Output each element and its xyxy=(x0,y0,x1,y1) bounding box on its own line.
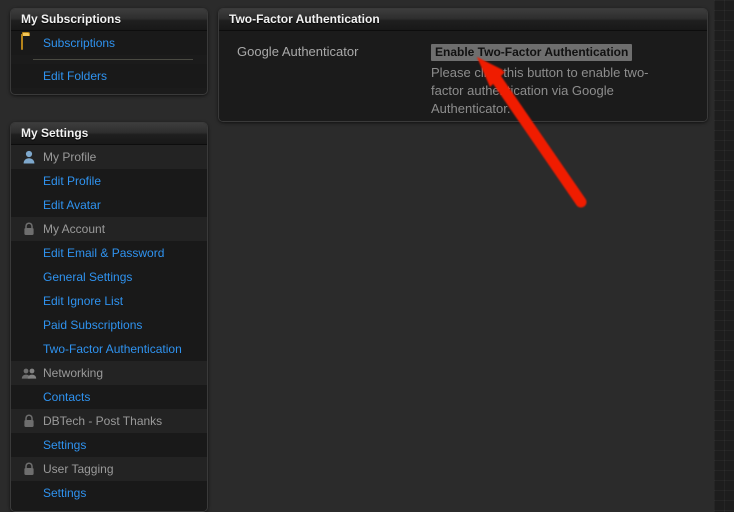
sidebar-item-contacts[interactable]: Contacts xyxy=(11,385,207,409)
sidebar-item-label: Edit Profile xyxy=(43,174,102,188)
sidebar-item-user-tagging-settings[interactable]: Settings xyxy=(11,481,207,505)
sidebar-section-dbtech-post-thanks: DBTech - Post Thanks xyxy=(11,409,207,433)
sidebar-item-edit-email-password[interactable]: Edit Email & Password xyxy=(11,241,207,265)
settings-block: My Settings My Profile Edit Profile Edit… xyxy=(10,122,208,512)
sidebar-item-label: Edit Folders xyxy=(43,69,108,83)
subscriptions-block-body: Subscriptions Edit Folders xyxy=(11,31,207,94)
sidebar-item-two-factor-authentication[interactable]: Two-Factor Authentication xyxy=(11,337,207,361)
enable-two-factor-authentication-button[interactable]: Enable Two-Factor Authentication xyxy=(431,44,633,61)
sidebar-section-my-account: My Account xyxy=(11,217,207,241)
sidebar-item-edit-folders[interactable]: Edit Folders xyxy=(11,64,207,88)
sidebar-item-paid-subscriptions[interactable]: Paid Subscriptions xyxy=(11,313,207,337)
sidebar-section-label: My Profile xyxy=(43,150,97,164)
panel-body: Google Authenticator Enable Two-Factor A… xyxy=(219,31,707,121)
two-factor-description: Please click this button to enable two-f… xyxy=(431,65,649,116)
sidebar-divider xyxy=(33,59,193,60)
subscriptions-block: My Subscriptions Subscriptions Edit Fold… xyxy=(10,8,208,95)
google-authenticator-label: Google Authenticator xyxy=(237,44,359,59)
settings-block-title: My Settings xyxy=(11,123,207,145)
sidebar-item-label: Settings xyxy=(43,486,87,500)
sidebar-item-label: Subscriptions xyxy=(43,36,116,50)
sidebar-item-edit-ignore-list[interactable]: Edit Ignore List xyxy=(11,289,207,313)
sidebar-item-label: Paid Subscriptions xyxy=(43,318,143,332)
google-authenticator-value: Enable Two-Factor Authentication Please … xyxy=(431,44,707,118)
two-factor-authentication-panel: Two-Factor Authentication Google Authent… xyxy=(218,8,708,122)
panel-title: Two-Factor Authentication xyxy=(219,9,707,31)
right-edge-texture xyxy=(714,0,734,512)
sidebar-section-label: Networking xyxy=(43,366,104,380)
sidebar-item-edit-profile[interactable]: Edit Profile xyxy=(11,169,207,193)
sidebar-section-label: User Tagging xyxy=(43,462,114,476)
sidebar-item-label: Two-Factor Authentication xyxy=(43,342,182,356)
sidebar-item-edit-avatar[interactable]: Edit Avatar xyxy=(11,193,207,217)
sidebar-section-label: My Account xyxy=(43,222,106,236)
lock-icon xyxy=(21,413,37,429)
subscriptions-block-title: My Subscriptions xyxy=(11,9,207,31)
sidebar-item-label: Edit Ignore List xyxy=(43,294,124,308)
lock-icon xyxy=(21,221,37,237)
sidebar-item-label: Edit Email & Password xyxy=(43,246,165,260)
sidebar-section-networking: Networking xyxy=(11,361,207,385)
sidebar-section-my-profile: My Profile xyxy=(11,145,207,169)
sidebar-item-dbtech-settings[interactable]: Settings xyxy=(11,433,207,457)
sidebar-item-label: Edit Avatar xyxy=(43,198,101,212)
block-spacer xyxy=(11,505,207,511)
lock-icon xyxy=(21,461,37,477)
sidebar-item-label: Settings xyxy=(43,438,87,452)
sidebar-section-label: DBTech - Post Thanks xyxy=(43,414,163,428)
settings-block-body: My Profile Edit Profile Edit Avatar My A… xyxy=(11,145,207,511)
person-icon xyxy=(21,149,37,165)
google-authenticator-row: Google Authenticator Enable Two-Factor A… xyxy=(219,31,707,118)
sidebar-section-user-tagging: User Tagging xyxy=(11,457,207,481)
sidebar-item-label: Contacts xyxy=(43,390,91,404)
sidebar-item-general-settings[interactable]: General Settings xyxy=(11,265,207,289)
sidebar-item-subscriptions[interactable]: Subscriptions xyxy=(11,31,207,55)
people-icon xyxy=(21,365,37,381)
page-canvas: My Subscriptions Subscriptions Edit Fold… xyxy=(0,0,714,512)
folder-icon xyxy=(21,34,37,51)
sidebar-item-label: General Settings xyxy=(43,270,133,284)
